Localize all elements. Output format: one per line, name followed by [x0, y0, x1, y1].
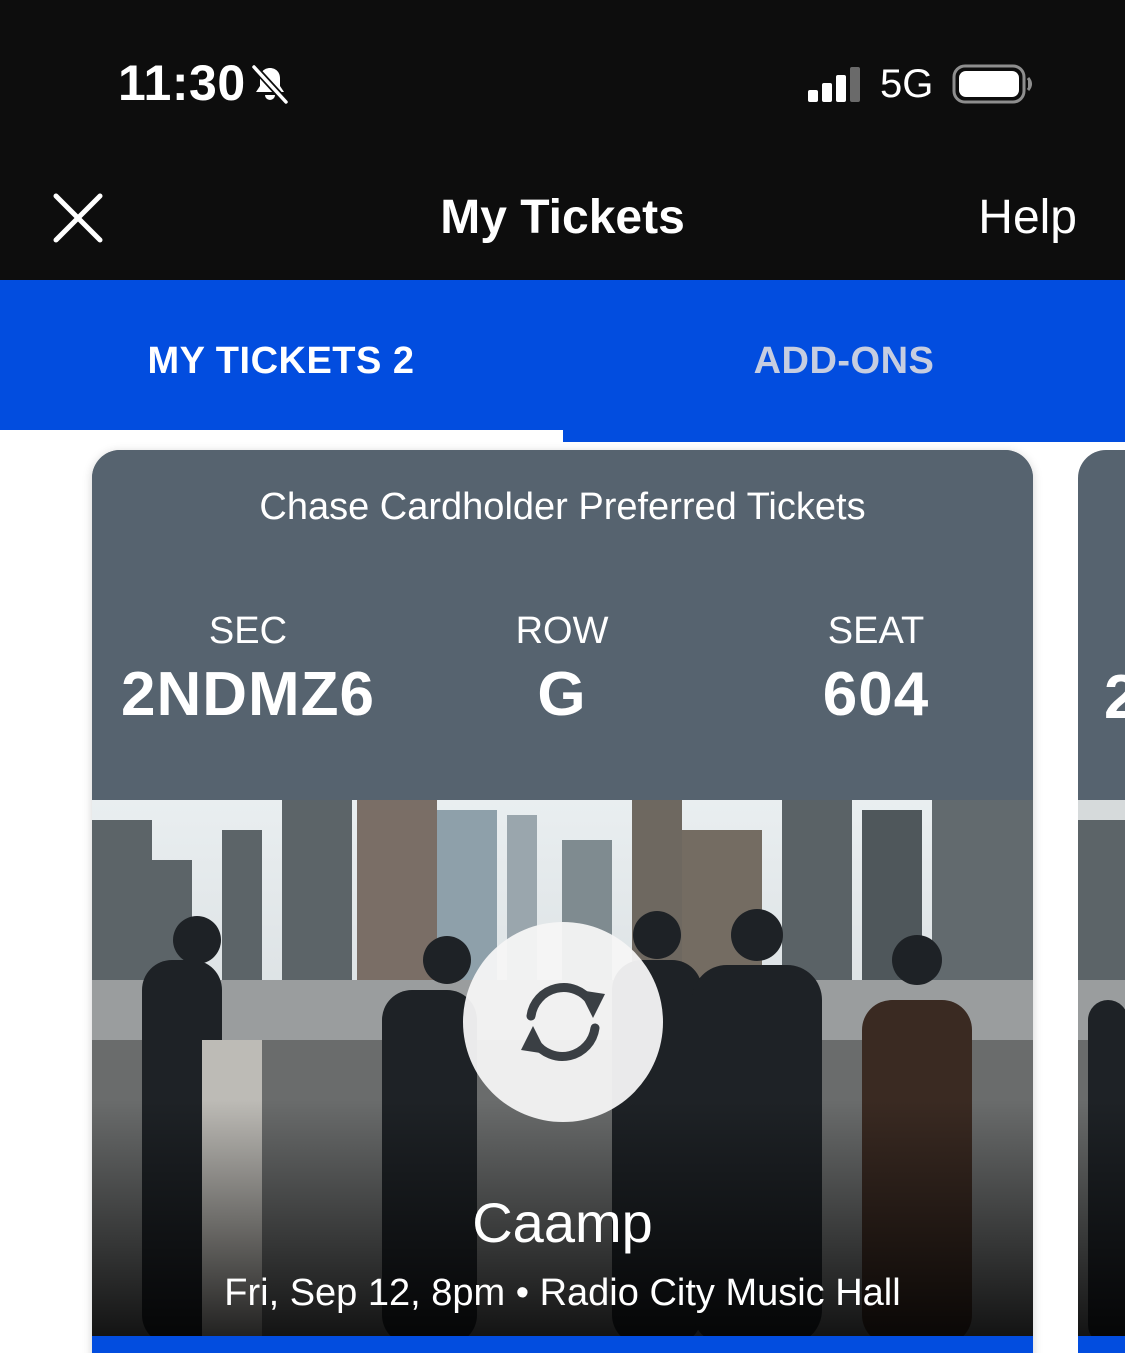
- signal-icon: [806, 66, 864, 102]
- row-label: ROW: [515, 610, 609, 652]
- rotate-ticket-button[interactable]: [463, 922, 663, 1122]
- section-value: 2NDMZ6: [120, 660, 376, 729]
- seat-label: SEAT: [827, 610, 925, 652]
- row-value: G: [537, 660, 587, 729]
- next-ticket-card[interactable]: 2: [1078, 450, 1125, 1353]
- event-name: Caamp: [472, 1191, 653, 1254]
- ticket-category: Chase Cardholder Preferred Tickets: [259, 486, 866, 528]
- battery-icon: [952, 64, 1034, 104]
- page-title: My Tickets: [440, 191, 685, 244]
- network-type: 5G: [880, 62, 934, 106]
- help-button[interactable]: Help: [978, 190, 1077, 245]
- next-ticket-photo: [1078, 800, 1125, 1345]
- tab-my-tickets[interactable]: MY TICKETS 2: [0, 280, 562, 442]
- active-tab-indicator: [0, 430, 563, 442]
- bell-slash-icon: [248, 62, 292, 106]
- close-icon[interactable]: [50, 190, 106, 246]
- tab-add-ons[interactable]: ADD-ONS: [563, 280, 1125, 442]
- event-details: Fri, Sep 12, 8pm • Radio City Music Hall: [224, 1272, 901, 1314]
- event-photo: Caamp Fri, Sep 12, 8pm • Radio City Musi…: [92, 800, 1033, 1345]
- section-label: SEC: [208, 610, 288, 652]
- seat-value: 604: [822, 660, 930, 729]
- ticket-card-header: Chase Cardholder Preferred Tickets SEC 2…: [92, 450, 1033, 800]
- seat-block: SEAT 604: [726, 610, 1026, 730]
- status-bar: 11:30 5G: [0, 0, 1125, 160]
- ticket-card[interactable]: Chase Cardholder Preferred Tickets SEC 2…: [92, 450, 1033, 1353]
- next-ticket-section: 2: [1104, 663, 1125, 732]
- row-block: ROW G: [412, 610, 712, 730]
- next-ticket-accent-bar: [1078, 1336, 1125, 1353]
- tab-bar: MY TICKETS 2 ADD-ONS: [0, 280, 1125, 442]
- header-bar: My Tickets Help: [0, 160, 1125, 280]
- ticket-card-accent-bar: [92, 1336, 1033, 1353]
- section-block: SEC 2NDMZ6: [98, 610, 398, 730]
- clock-time: 11:30: [118, 55, 246, 111]
- rotate-icon: [521, 983, 605, 1061]
- ticket-carousel[interactable]: Chase Cardholder Preferred Tickets SEC 2…: [0, 442, 1125, 1353]
